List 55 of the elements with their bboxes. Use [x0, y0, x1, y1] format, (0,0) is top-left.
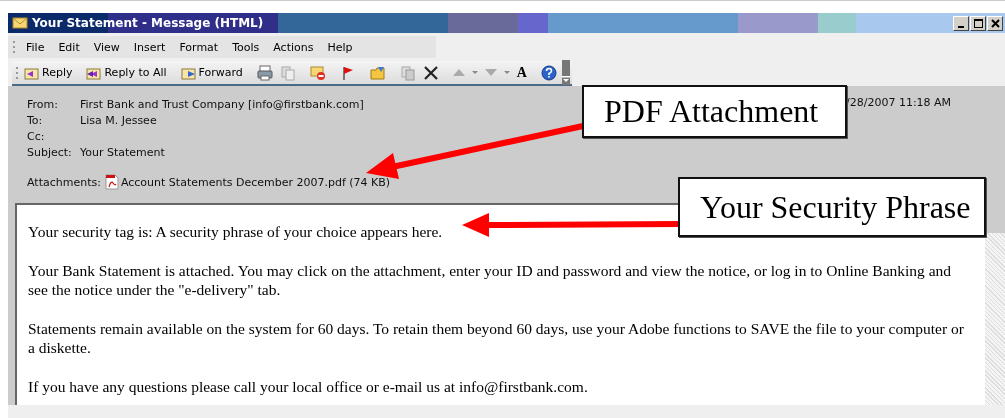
body-paragraph: If you have any questions please call your local office or e-mail us at info@firstbank.com. [28, 377, 588, 396]
menu-item[interactable]: Tools [228, 38, 264, 56]
field-value: Your Statement [80, 145, 165, 159]
font-size-button[interactable]: A [514, 64, 529, 81]
sent-date: /28/2007 11:18 AM [846, 96, 952, 109]
menu-item[interactable]: View [89, 38, 124, 56]
callout-label: Your Security Phrase [678, 177, 986, 237]
maximize-button[interactable] [970, 15, 986, 31]
mark-button[interactable] [307, 63, 328, 82]
close-button[interactable] [987, 15, 1003, 31]
field-label: Attachments: [27, 175, 101, 189]
grip-icon [15, 65, 19, 80]
mark-icon [309, 64, 326, 81]
callout-label: PDF Attachment [582, 85, 847, 138]
reply-all-button[interactable]: Reply to All [84, 63, 169, 82]
help-icon [541, 64, 557, 81]
toolbar-options-button[interactable] [562, 60, 570, 85]
minimize-icon [958, 25, 964, 28]
pdf-file-icon [104, 174, 119, 190]
up-arrow-icon [452, 69, 465, 76]
down-arrow-icon [484, 69, 497, 76]
menu-item[interactable]: Insert [129, 38, 170, 56]
move-icon [399, 64, 416, 81]
field-value: First Bank and Trust Company [info@firstbank.com] [80, 97, 364, 111]
field-label: To: [27, 113, 44, 127]
field-value: Lisa M. Jessee [80, 113, 157, 127]
body-paragraph: Your security tag is: A security phrase of your choice appears here. [28, 222, 443, 241]
maximize-icon [972, 17, 984, 29]
print-button[interactable] [254, 63, 275, 82]
menu-item[interactable]: Help [323, 38, 357, 56]
dropdown-icon [471, 71, 478, 74]
close-icon [989, 17, 1001, 29]
field-label: From: [27, 97, 59, 111]
menu-item[interactable]: Format [175, 38, 223, 56]
attachment-link[interactable]: Account Statements December 2007.pdf (74 KB) [104, 174, 391, 190]
menu-item[interactable]: File [22, 38, 49, 56]
print-icon [256, 64, 273, 81]
menu-item[interactable]: Edit [54, 38, 84, 56]
body-paragraph: Statements remain available on the system for 60 days. To retain them beyond 60 days, use your Adobe functions to SAVE the file to your computer or a diskette. [28, 319, 965, 357]
chevron-icon [562, 76, 570, 82]
body-paragraph: Your Bank Statement is attached. You may click on the attachment, enter your ID and password and view the notice, or log in to Online Banking and see the notice under the "e-delivery" tab. [28, 261, 953, 299]
delete-icon [422, 64, 439, 81]
folder-icon [369, 64, 386, 81]
field-label: Subject: [27, 145, 73, 159]
help-button[interactable] [539, 63, 559, 82]
grip-icon [12, 40, 16, 54]
window-title: Your Statement - Message (HTML) [32, 16, 265, 30]
menu-item[interactable]: Actions [269, 38, 318, 56]
envelope-icon [12, 15, 28, 31]
minimize-button[interactable] [953, 15, 969, 31]
copy-icon [279, 64, 296, 81]
dropdown-icon [503, 71, 510, 74]
reply-button[interactable]: Reply [22, 63, 75, 82]
forward-button[interactable]: Forward [178, 63, 245, 82]
field-label: Cc: [27, 129, 46, 143]
